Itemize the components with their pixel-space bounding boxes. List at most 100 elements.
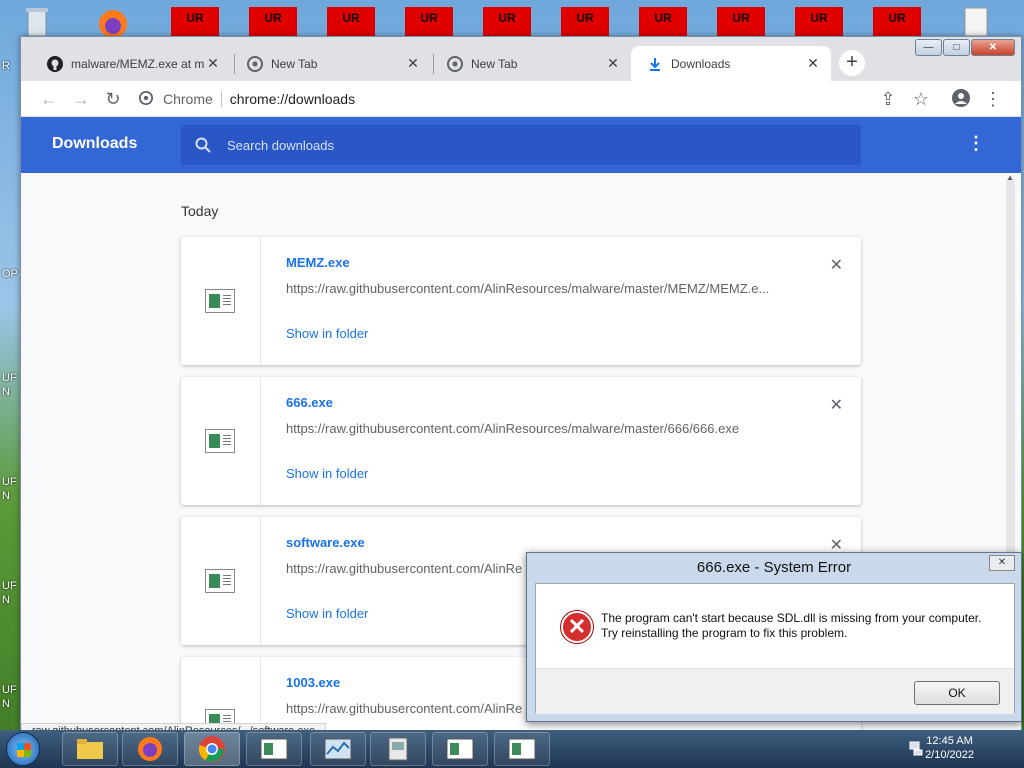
bookmark-star-icon[interactable]: ☆ [911,89,931,109]
ok-button[interactable]: OK [914,681,1000,705]
file-name-link[interactable]: 666.exe [286,395,333,410]
close-icon[interactable]: ✕ [805,55,821,72]
file-url[interactable]: https://raw.githubusercontent.com/AlinRe… [286,421,786,436]
show-in-folder-link[interactable]: Show in folder [286,326,368,341]
close-icon[interactable]: ✕ [605,55,621,72]
explorer-taskbar-button[interactable] [62,732,118,766]
document-desktop-icon[interactable] [955,4,997,40]
dialog-close-button[interactable]: ✕ [989,555,1015,571]
window-app-icon [260,738,288,760]
search-input[interactable] [225,136,825,154]
show-in-folder-link[interactable]: Show in folder [286,466,368,481]
profile-avatar-icon[interactable] [951,89,971,109]
dialog-body: ✕ The program can't start because SDL.dl… [535,583,1015,714]
system-error-dialog: 666.exe - System Error ✕ ✕ The program c… [526,552,1022,722]
desktop-label: N [2,490,10,502]
minimize-button[interactable]: — [915,39,942,56]
start-button[interactable] [6,732,40,766]
tab-new-1[interactable]: New Tab ✕ [231,46,431,81]
file-icon [205,569,235,593]
task-manager-icon [324,738,352,760]
window-app-icon [446,738,474,760]
file-icon-area [181,377,261,505]
firefox-taskbar-button[interactable] [122,732,178,766]
app-taskbar-button[interactable] [310,732,366,766]
app-taskbar-button[interactable] [494,732,550,766]
network-icon[interactable] [908,740,924,756]
remove-icon[interactable]: ✕ [830,395,843,415]
file-name-link[interactable]: MEMZ.exe [286,255,350,270]
new-tab-button[interactable]: + [839,50,865,76]
file-name-link[interactable]: 1003.exe [286,675,340,690]
tab-memz[interactable]: malware/MEMZ.exe at m... ✕ [31,46,231,81]
file-icon-area [181,517,261,645]
app-taskbar-button[interactable] [432,732,488,766]
tab-new-2[interactable]: New Tab ✕ [431,46,631,81]
firefox-desktop-icon[interactable] [92,4,134,40]
dialog-footer: OK [536,668,1014,714]
download-icon [647,56,663,72]
browser-toolbar: ← → ↻ Chrome chrome://downloads ⇪ ☆ ⋮ [21,81,1021,117]
maximize-button[interactable]: □ [943,39,970,56]
file-icon-area [181,237,261,365]
desktop-label: UF [2,684,17,696]
forward-icon[interactable]: → [71,89,91,109]
remove-icon[interactable]: ✕ [830,255,843,275]
dialog-message: The program can't start because SDL.dll … [601,611,1001,641]
dialog-title: 666.exe - System Error [696,559,852,576]
app-taskbar-button[interactable] [370,732,426,766]
desktop-label: UF [2,476,17,488]
app-taskbar-button[interactable] [246,732,302,766]
file-url[interactable]: https://raw.githubusercontent.com/AlinRe… [286,281,786,296]
tab-title: Downloads [671,56,731,71]
window-close-button[interactable]: ✕ [971,39,1015,56]
site-label: Chrome [163,91,213,107]
url-text[interactable]: chrome://downloads [230,91,355,107]
search-box[interactable] [181,125,861,165]
tab-strip: malware/MEMZ.exe at m... ✕ New Tab ✕ New… [21,37,1021,81]
downloads-header: Downloads ⋮ [21,117,1021,173]
reload-icon[interactable]: ↻ [103,89,123,109]
omnibox-separator [220,91,222,107]
download-item: MEMZ.exe https://raw.githubusercontent.c… [181,237,861,365]
recycle-bin-icon[interactable] [16,4,58,40]
error-icon: ✕ [561,611,593,643]
folder-icon [77,739,103,759]
chrome-icon [198,736,225,762]
scroll-up-icon[interactable]: ▲ [1006,173,1014,182]
desktop-label: N [2,594,10,606]
menu-dots-icon[interactable]: ⋮ [983,89,1003,109]
window-controls: — □ ✕ [914,39,1015,56]
close-icon[interactable]: ✕ [205,55,221,72]
window-app-icon [508,738,536,760]
share-icon[interactable]: ⇪ [878,89,898,109]
tab-title: malware/MEMZ.exe at m... [71,56,205,71]
tab-downloads[interactable]: Downloads ✕ [631,46,831,81]
close-icon[interactable]: ✕ [405,55,421,72]
address-bar[interactable]: Chrome chrome://downloads [139,84,979,114]
tab-title: New Tab [271,56,318,71]
download-item: 666.exe https://raw.githubusercontent.co… [181,377,861,505]
page-title: Downloads [52,135,138,152]
date-header: Today [181,203,219,219]
desktop-label: N [2,386,10,398]
clock-date: 2/10/2022 [925,749,974,761]
firefox-icon [138,737,162,761]
show-in-folder-link[interactable]: Show in folder [286,606,368,621]
chrome-icon [139,90,153,108]
desktop-label: R [2,60,10,72]
back-icon[interactable]: ← [39,89,59,109]
file-name-link[interactable]: software.exe [286,535,365,550]
file-icon [205,289,235,313]
chrome-taskbar-button[interactable] [184,732,240,766]
desktop-label: UF [2,580,17,592]
chrome-icon [247,55,263,72]
more-actions-icon[interactable]: ⋮ [967,133,985,154]
github-icon [47,55,63,72]
message-line: The program can't start because SDL.dll … [601,611,982,625]
search-icon [195,137,211,153]
clock[interactable]: 12:45 AM 2/10/2022 [925,734,974,762]
chrome-icon [447,55,463,72]
taskbar: 12:45 AM 2/10/2022 [0,730,1024,768]
file-icon [205,429,235,453]
